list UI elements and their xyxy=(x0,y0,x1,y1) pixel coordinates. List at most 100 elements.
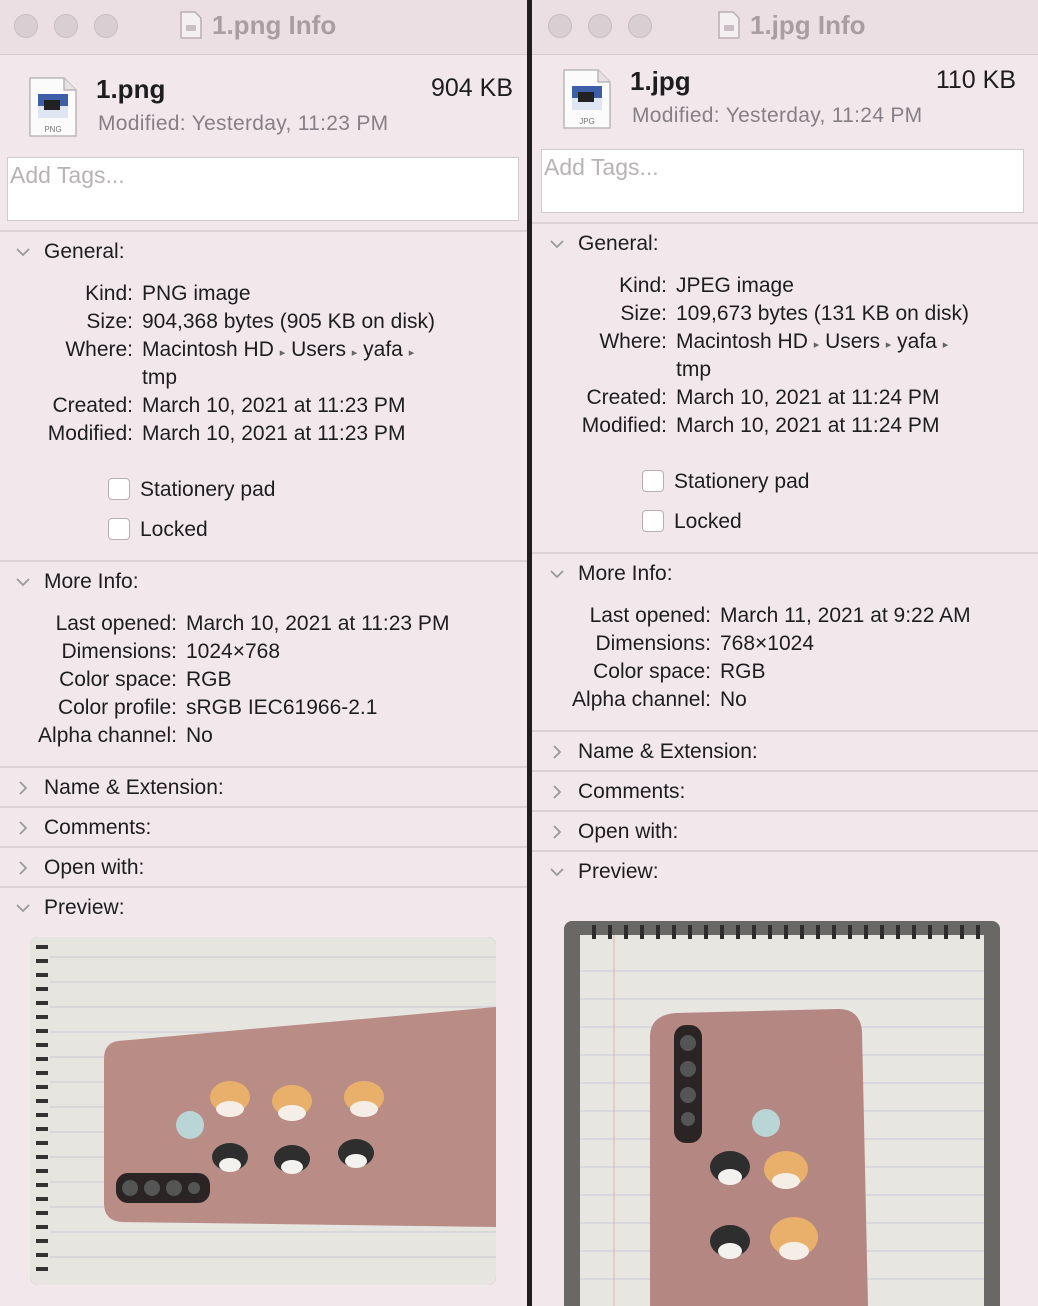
last-opened-label-row: Last opened: xyxy=(532,604,711,630)
path-macintosh-hd: Macintosh HD xyxy=(142,338,274,361)
path-yafa: yafa xyxy=(897,330,937,353)
tags-input[interactable]: Add Tags... xyxy=(7,157,519,221)
section-open-with[interactable]: Open with: xyxy=(16,856,144,880)
created-value: March 10, 2021 at 11:24 PM xyxy=(676,386,940,409)
section-preview[interactable]: Preview: xyxy=(550,860,659,884)
chevron-right-icon xyxy=(19,821,28,835)
zoom-button[interactable] xyxy=(628,14,652,38)
path-arrow-icon: ▸ xyxy=(813,339,820,351)
path-users: Users xyxy=(291,338,346,361)
preview-photo xyxy=(564,921,1000,1306)
modified-summary-label: Modified: xyxy=(98,112,186,135)
file-name: 1.png xyxy=(96,74,166,104)
divider xyxy=(532,730,1038,732)
zoom-button[interactable] xyxy=(94,14,118,38)
section-title: Comments: xyxy=(578,780,686,803)
alpha-channel-label: Alpha channel: xyxy=(572,688,711,711)
path-arrow-icon: ▸ xyxy=(408,347,415,359)
window-title: 1.jpg Info xyxy=(718,10,866,40)
locked-label: Locked xyxy=(140,518,208,541)
size-label: Size: xyxy=(86,310,133,333)
color-space-label: Color space: xyxy=(59,668,177,691)
created-label: Created: xyxy=(52,394,133,417)
stationery-pad-checkbox[interactable] xyxy=(642,470,664,492)
path-arrow-icon: ▸ xyxy=(351,347,358,359)
section-title: Open with: xyxy=(578,820,679,843)
last-opened-value: March 11, 2021 at 9:22 AM xyxy=(720,604,971,627)
kind-label: Kind: xyxy=(85,282,133,305)
locked-checkbox[interactable] xyxy=(108,518,130,540)
chevron-right-icon xyxy=(19,781,28,795)
title-bar[interactable]: 1.jpg Info xyxy=(532,0,1038,55)
path-users: Users xyxy=(825,330,880,353)
minimize-button[interactable] xyxy=(54,14,78,38)
preview-photo xyxy=(30,937,496,1285)
divider xyxy=(532,222,1038,224)
path-yafa: yafa xyxy=(363,338,403,361)
stationery-pad-checkbox[interactable] xyxy=(108,478,130,500)
modified-summary-value: Yesterday, 11:23 PM xyxy=(191,112,389,135)
section-comments[interactable]: Comments: xyxy=(550,780,685,804)
size-value: 109,673 bytes (131 KB on disk) xyxy=(676,302,970,325)
section-general[interactable]: General: xyxy=(550,232,659,256)
path-tmp: tmp xyxy=(142,366,178,389)
section-title: Open with: xyxy=(44,856,145,879)
chevron-right-icon xyxy=(553,825,562,839)
kind-label-row: Kind: xyxy=(532,274,667,300)
section-name-extension[interactable]: Name & Extension: xyxy=(550,740,758,764)
path-macintosh-hd: Macintosh HD xyxy=(676,330,808,353)
svg-text:JPG: JPG xyxy=(579,117,595,126)
close-button[interactable] xyxy=(14,14,38,38)
where-label: Where: xyxy=(599,330,667,353)
section-comments[interactable]: Comments: xyxy=(16,816,151,840)
kind-value: JPEG image xyxy=(676,274,794,297)
minimize-button[interactable] xyxy=(588,14,612,38)
alpha-channel-value: No xyxy=(720,688,747,711)
last-opened-label: Last opened: xyxy=(589,604,711,627)
title-bar[interactable]: 1.png Info xyxy=(0,0,527,55)
section-general[interactable]: General: xyxy=(16,240,125,264)
section-open-with[interactable]: Open with: xyxy=(550,820,678,844)
file-size: 110 KB xyxy=(935,66,1016,94)
section-more-info[interactable]: More Info: xyxy=(16,570,139,594)
chevron-down-icon xyxy=(550,570,564,579)
file-name: 1.jpg xyxy=(630,66,691,96)
where-label: Where: xyxy=(65,338,133,361)
where-label-row: Where: xyxy=(532,330,667,356)
modified-summary: Modified: Yesterday, 11:24 PM xyxy=(632,104,922,128)
window-title: 1.png Info xyxy=(180,10,336,40)
divider xyxy=(532,850,1038,852)
dimensions-value: 768×1024 xyxy=(720,632,815,655)
section-more-info[interactable]: More Info: xyxy=(550,562,673,586)
section-name-extension[interactable]: Name & Extension: xyxy=(16,776,224,800)
color-profile-label: Color profile: xyxy=(57,696,177,719)
section-title: General: xyxy=(578,232,659,255)
stationery-pad-label: Stationery pad xyxy=(140,478,276,501)
last-opened-value: March 10, 2021 at 11:23 PM xyxy=(186,612,450,635)
locked-checkbox[interactable] xyxy=(642,510,664,532)
jpg-file-icon: JPG xyxy=(563,69,611,129)
close-button[interactable] xyxy=(548,14,572,38)
modified-label: Modified: xyxy=(581,414,667,437)
alpha-label-row: Alpha channel: xyxy=(532,688,711,714)
alpha-label-row: Alpha channel: xyxy=(0,724,177,750)
divider xyxy=(0,886,527,888)
where-path: Macintosh HD ▸ Users ▸ yafa ▸ xyxy=(142,338,414,362)
last-opened-label: Last opened: xyxy=(55,612,177,635)
info-window-png: 1.png Info PNG 1.png 904 KB Modified: Ye… xyxy=(0,0,527,1306)
section-title: More Info: xyxy=(578,562,673,585)
chevron-down-icon xyxy=(550,868,564,877)
color-profile-label-row: Color profile: xyxy=(0,696,177,722)
modified-label-row: Modified: xyxy=(532,414,667,440)
file-size: 904 KB xyxy=(430,74,513,102)
divider xyxy=(532,810,1038,812)
alpha-channel-value: No xyxy=(186,724,213,747)
divider xyxy=(0,766,527,768)
stationery-pad-label: Stationery pad xyxy=(674,470,810,493)
divider xyxy=(0,230,527,232)
tags-input[interactable]: Add Tags... xyxy=(541,149,1024,213)
section-preview[interactable]: Preview: xyxy=(16,896,125,920)
last-opened-label-row: Last opened: xyxy=(0,612,177,638)
modified-summary: Modified: Yesterday, 11:23 PM xyxy=(98,112,388,136)
info-window-jpg: 1.jpg Info JPG 1.jpg 110 KB Modified: Ye… xyxy=(532,0,1038,1306)
